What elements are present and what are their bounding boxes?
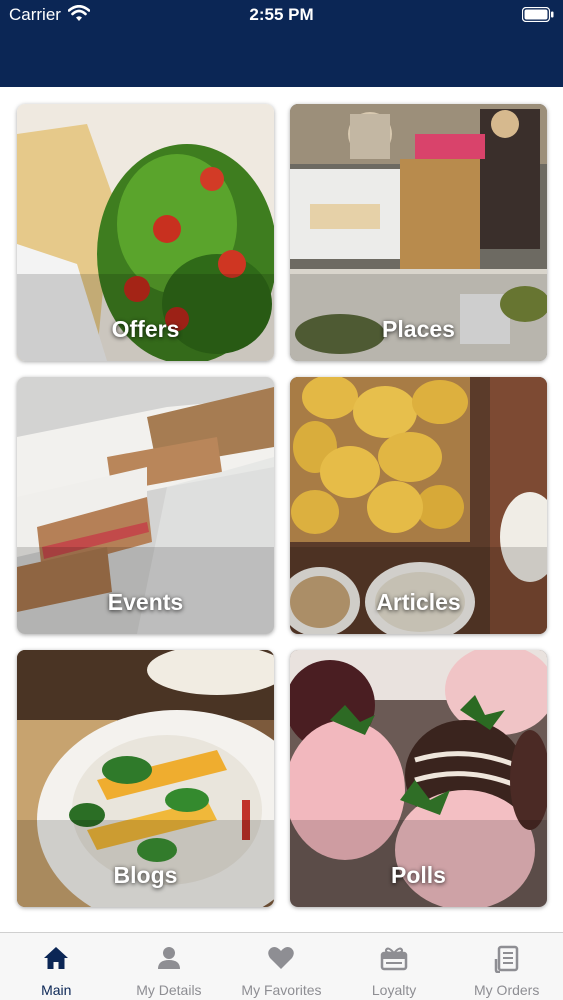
offers-tile[interactable]: Offers — [17, 104, 274, 361]
tab-my-details[interactable]: My Details — [113, 933, 226, 1000]
polls-label: Polls — [391, 862, 446, 888]
status-bar: Carrier 2:55 PM — [0, 0, 563, 30]
places-tile[interactable]: Places — [290, 104, 547, 361]
tab-my-details-label: My Details — [136, 982, 202, 998]
articles-label: Articles — [376, 589, 461, 615]
tab-my-favorites[interactable]: My Favorites — [225, 933, 338, 1000]
events-tile[interactable]: Events — [17, 377, 274, 634]
tab-main-label: Main — [41, 982, 72, 998]
articles-tile[interactable]: Articles — [290, 377, 547, 634]
blogs-tile[interactable]: Blogs — [17, 650, 274, 907]
tab-bar: Main My Details My Favorites Loyalty My … — [0, 932, 563, 1000]
events-label: Events — [107, 589, 184, 615]
gift-icon — [380, 947, 408, 971]
offers-label: Offers — [111, 316, 180, 342]
polls-tile[interactable]: Polls — [290, 650, 547, 907]
menu-grid: Offers Places Events Articles Blogs Poll… — [0, 87, 563, 932]
clock: 2:55 PM — [249, 5, 314, 24]
blogs-label: Blogs — [113, 862, 178, 888]
app-header: Carrier 2:55 PM — [0, 0, 563, 87]
tab-loyalty[interactable]: Loyalty — [338, 933, 451, 1000]
tab-loyalty-label: Loyalty — [371, 982, 417, 998]
person-icon — [157, 947, 180, 969]
tab-my-orders[interactable]: My Orders — [450, 933, 563, 1000]
tab-main[interactable]: Main — [0, 933, 113, 1000]
tab-my-orders-label: My Orders — [474, 982, 540, 998]
home-icon — [44, 947, 69, 969]
places-label: Places — [382, 316, 455, 342]
heart-icon — [268, 947, 295, 969]
receipt-icon — [494, 945, 518, 973]
battery-icon — [522, 7, 554, 22]
tab-my-favorites-label: My Favorites — [241, 982, 322, 998]
